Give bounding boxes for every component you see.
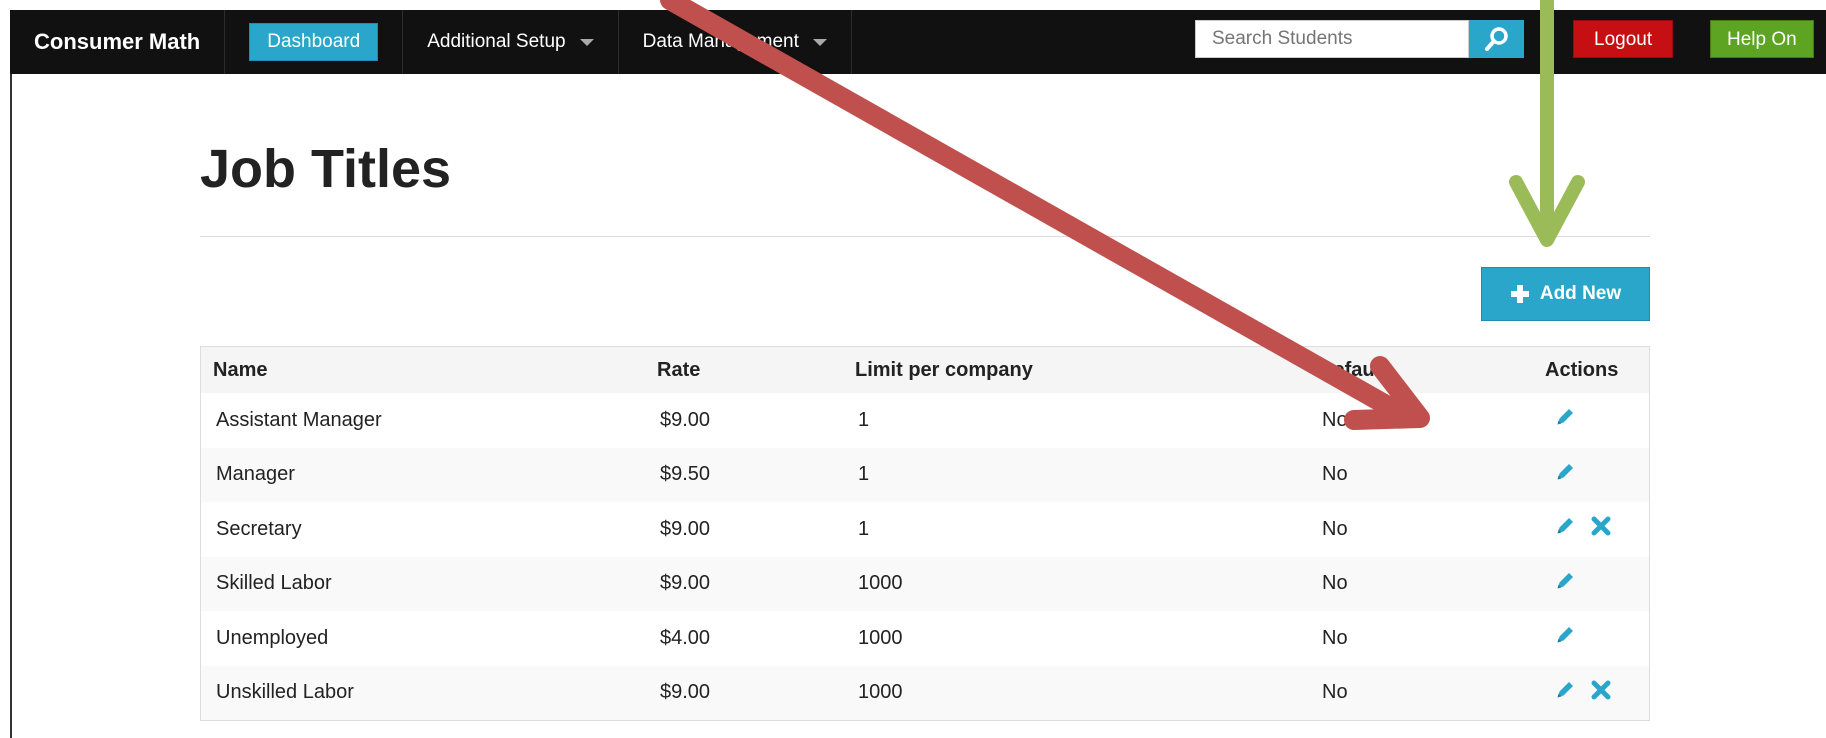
cell-rate: $9.00: [660, 517, 711, 540]
column-header-rate[interactable]: Rate: [645, 347, 843, 393]
add-new-label: Add New: [1539, 283, 1622, 304]
column-header-name[interactable]: Name: [201, 347, 645, 393]
column-header-actions: Actions: [1545, 358, 1619, 381]
table-header-row: Name Rate Limit per company Default Acti…: [201, 347, 1649, 393]
nav-data-management[interactable]: Data Management: [619, 10, 852, 74]
search-button[interactable]: [1469, 20, 1524, 58]
pencil-icon[interactable]: [1554, 406, 1576, 434]
cell-name: Assistant Manager: [216, 408, 382, 431]
pencil-icon[interactable]: [1554, 679, 1576, 707]
cell-limit: 1000: [858, 681, 903, 704]
cell-rate: $9.00: [660, 572, 711, 595]
add-new-button[interactable]: Add New: [1481, 267, 1650, 321]
search-icon: [1484, 27, 1508, 51]
cell-limit: 1: [858, 408, 870, 431]
title-divider: [200, 236, 1650, 237]
brand-title[interactable]: Consumer Math: [10, 10, 226, 74]
x-icon[interactable]: [1590, 679, 1612, 707]
table-row: Assistant Manager $9.00 1 No: [201, 393, 1649, 448]
nav-additional-setup-label: Additional Setup: [427, 31, 566, 52]
dashboard-button[interactable]: Dashboard: [249, 23, 379, 61]
cell-default: No: [1322, 681, 1348, 704]
table-row: Unemployed $4.00 1000 No: [201, 611, 1649, 666]
column-header-limit[interactable]: Limit per company: [843, 347, 1307, 393]
plus-icon: [1510, 285, 1529, 303]
cell-name: Secretary: [216, 517, 302, 540]
cell-default: No: [1322, 463, 1348, 486]
cell-actions: [1533, 666, 1649, 721]
cell-default: No: [1322, 517, 1348, 540]
caret-down-icon: [812, 38, 827, 46]
logout-button[interactable]: Logout: [1573, 20, 1674, 58]
table-row: Unskilled Labor $9.00 1000 No: [201, 665, 1649, 721]
cell-rate: $4.00: [660, 626, 711, 649]
nav-data-management-label: Data Management: [642, 31, 799, 52]
column-header-default[interactable]: Default: [1307, 347, 1533, 393]
nav-dashboard: Dashboard: [225, 10, 404, 74]
cell-actions: [1533, 448, 1649, 503]
cell-name: Unskilled Labor: [216, 681, 354, 704]
cell-default: No: [1322, 408, 1348, 431]
cell-rate: $9.00: [660, 681, 711, 704]
cell-actions: [1533, 557, 1649, 612]
pencil-icon[interactable]: [1554, 461, 1576, 489]
cell-name: Unemployed: [216, 626, 329, 649]
cell-actions: [1533, 502, 1649, 557]
cell-rate: $9.00: [660, 408, 711, 431]
cell-limit: 1000: [858, 572, 903, 595]
cell-actions: [1533, 611, 1649, 666]
table-row: Skilled Labor $9.00 1000 No: [201, 556, 1649, 612]
cell-actions: [1533, 393, 1649, 448]
table-row: Manager $9.50 1 No: [201, 447, 1649, 503]
cell-default: No: [1322, 626, 1348, 649]
cell-limit: 1: [858, 517, 870, 540]
nav-additional-setup[interactable]: Additional Setup: [403, 10, 619, 74]
top-navbar: Consumer Math Dashboard Additional Setup…: [10, 10, 1826, 74]
x-icon[interactable]: [1590, 515, 1612, 543]
help-toggle-button[interactable]: Help On: [1710, 20, 1814, 58]
cell-default: No: [1322, 572, 1348, 595]
search-students-input[interactable]: [1195, 20, 1469, 58]
pencil-icon[interactable]: [1554, 624, 1576, 652]
cell-limit: 1: [858, 463, 870, 486]
pencil-icon[interactable]: [1554, 515, 1576, 543]
cell-limit: 1000: [858, 626, 903, 649]
cell-rate: $9.50: [660, 463, 711, 486]
student-search: [1195, 20, 1524, 58]
pencil-icon[interactable]: [1554, 570, 1576, 598]
cell-name: Skilled Labor: [216, 572, 332, 595]
table-row: Secretary $9.00 1 No: [201, 502, 1649, 557]
cell-name: Manager: [216, 463, 295, 486]
job-titles-table: Name Rate Limit per company Default Acti…: [200, 346, 1650, 721]
caret-down-icon: [579, 38, 594, 46]
page-title: Job Titles: [200, 139, 452, 199]
